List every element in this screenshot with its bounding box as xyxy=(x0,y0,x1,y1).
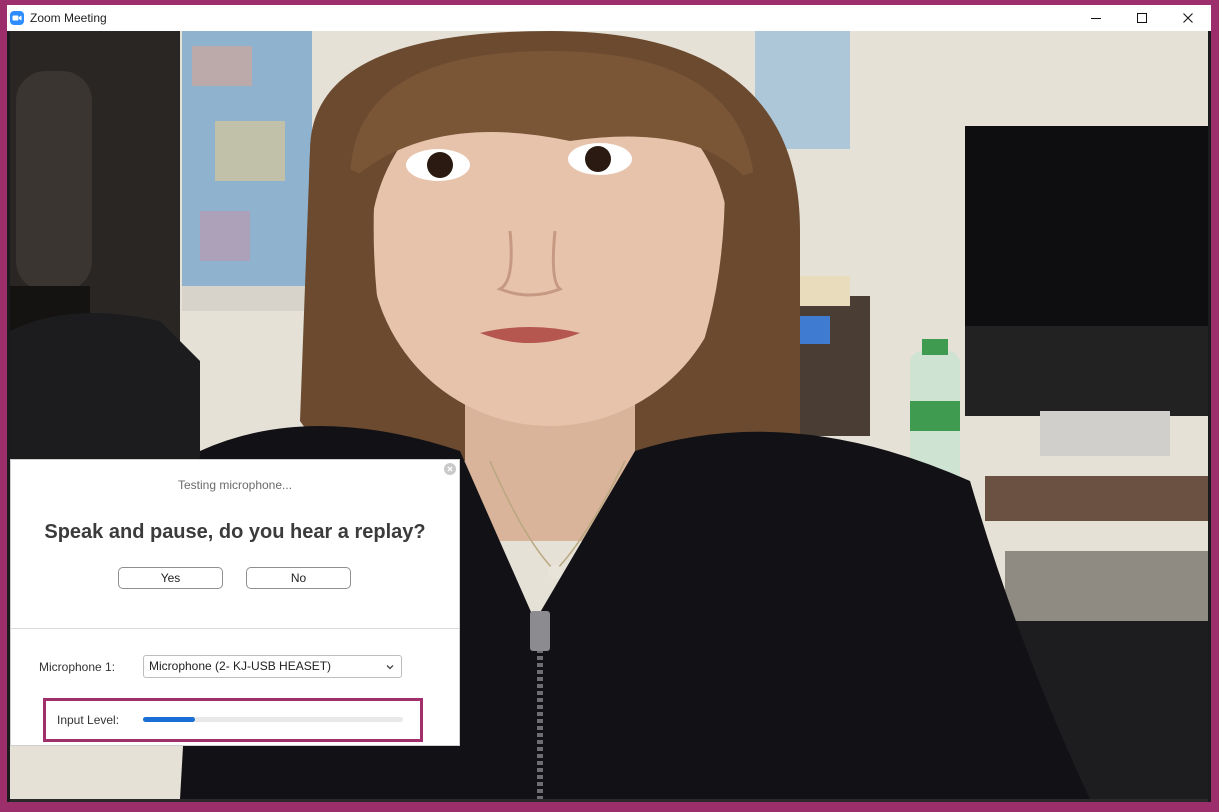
dialog-close-button[interactable] xyxy=(444,463,456,475)
no-button[interactable]: No xyxy=(246,567,351,589)
title-bar[interactable]: Zoom Meeting xyxy=(7,5,1211,31)
minimize-icon xyxy=(1091,18,1101,19)
close-icon xyxy=(447,466,453,472)
zoom-camera-icon xyxy=(10,11,24,25)
minimize-button[interactable] xyxy=(1073,5,1119,31)
chair xyxy=(10,313,200,461)
close-icon xyxy=(1183,13,1193,23)
testing-status: Testing microphone... xyxy=(177,478,293,492)
microphone-label: Microphone 1: xyxy=(39,660,116,674)
window-title: Zoom Meeting xyxy=(30,11,107,25)
window-controls xyxy=(1073,5,1211,31)
microphone-select[interactable]: Microphone (2- KJ-USB HEASET) xyxy=(143,655,402,678)
input-level-highlight xyxy=(43,698,423,742)
maximize-button[interactable] xyxy=(1119,5,1165,31)
bottom-strip xyxy=(10,799,1208,802)
monitor xyxy=(965,126,1208,326)
yes-button[interactable]: Yes xyxy=(118,567,223,589)
close-button[interactable] xyxy=(1165,5,1211,31)
microphone-selected-value: Microphone (2- KJ-USB HEASET) xyxy=(149,659,332,673)
maximize-icon xyxy=(1137,13,1147,23)
replay-question: Speak and pause, do you hear a replay? xyxy=(44,521,426,543)
divider xyxy=(11,628,459,629)
chevron-down-icon xyxy=(386,665,394,670)
desk xyxy=(985,476,1208,521)
